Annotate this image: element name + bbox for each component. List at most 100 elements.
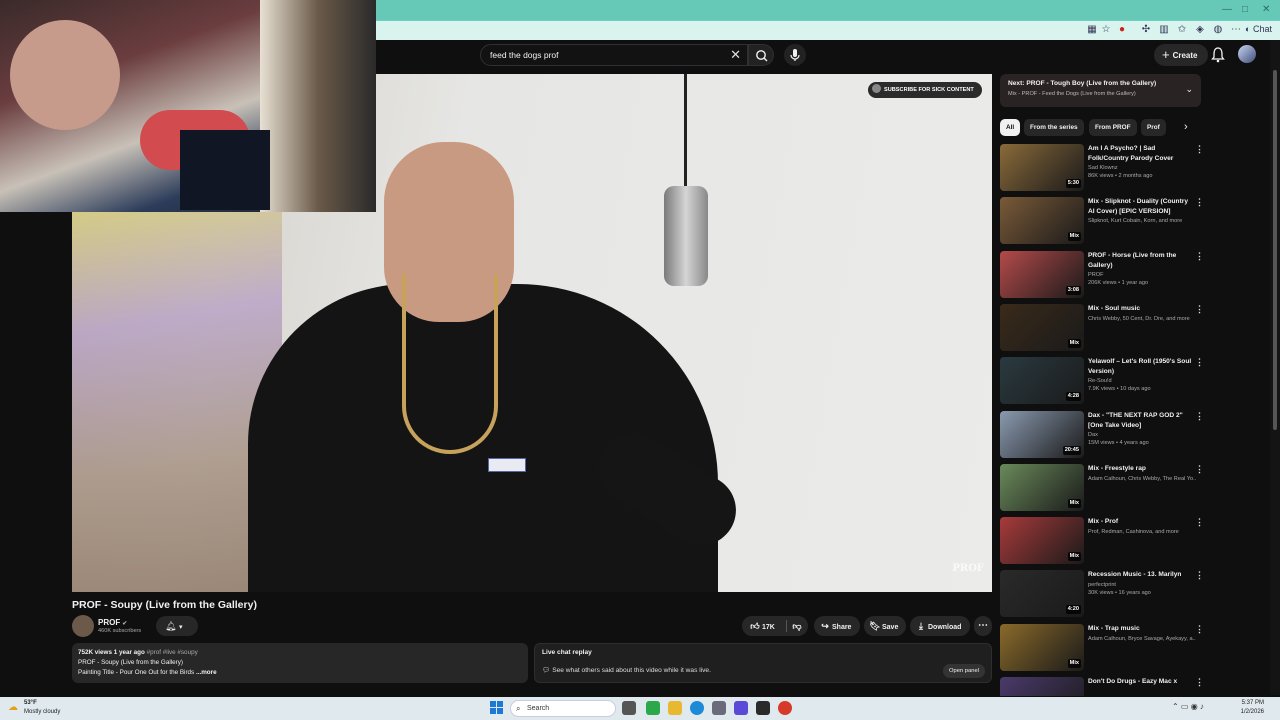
video-thumbnail[interactable]: Mix [1000, 517, 1084, 564]
channel-watermark[interactable]: PROF [952, 563, 984, 574]
open-panel-button[interactable]: Open panel [943, 664, 985, 678]
video-thumbnail[interactable]: 3:08 [1000, 251, 1084, 298]
grid-icon[interactable]: ▦ [1086, 24, 1098, 36]
clock[interactable]: 5:37 PM 1/2/2026 [1228, 699, 1264, 717]
scrollbar-thumb[interactable] [1273, 70, 1277, 430]
more-vertical-icon[interactable]: ⋮ [1195, 411, 1204, 422]
minimize-icon[interactable]: — [1222, 4, 1232, 15]
channel-name[interactable]: Adam Calhoun, Bryce Savage, Ayekayy, a..… [1088, 636, 1196, 642]
app-icon[interactable] [646, 701, 660, 715]
recommendation-item[interactable]: Mix Mix - Soul music Chris Webby, 50 Cent,… [1000, 304, 1205, 352]
show-more-link[interactable]: ...more [196, 669, 217, 676]
search-input[interactable] [481, 45, 721, 65]
file-explorer-icon[interactable] [668, 701, 682, 715]
save-button[interactable]: 🔖︎Save [864, 616, 906, 636]
channel-avatar[interactable] [72, 615, 94, 637]
task-view-icon[interactable] [622, 701, 636, 715]
chevron-right-icon[interactable]: › [1184, 119, 1188, 136]
puzzle-icon[interactable]: ✣ [1140, 24, 1152, 36]
recommendation-item[interactable]: Mix Mix - Prof Prof, Redman, Cashinova, an… [1000, 517, 1205, 565]
edge-icon[interactable] [690, 701, 704, 715]
more-vertical-icon[interactable]: ⋮ [1195, 517, 1204, 528]
subscribed-notification-button[interactable]: 🔔︎ ▾ [156, 616, 198, 636]
more-vertical-icon[interactable]: ⋮ [1195, 304, 1204, 315]
extension-icon[interactable]: ● [1116, 24, 1128, 36]
terminal-icon[interactable] [756, 701, 770, 715]
more-vertical-icon[interactable]: ⋮ [1195, 464, 1204, 475]
more-actions-button[interactable]: ⋯ [974, 616, 992, 636]
video-thumbnail[interactable]: 20:45 [1000, 411, 1084, 458]
dislike-button[interactable]: 👎︎ [790, 616, 804, 638]
taskbar-search[interactable]: ⌕ Search [510, 700, 616, 717]
like-button[interactable]: 👍︎ 17K [748, 621, 775, 631]
discord-icon[interactable] [734, 701, 748, 715]
chip-from-the-series[interactable]: From the series [1024, 119, 1084, 136]
channel-name[interactable]: Prof, Redman, Cashinova, and more [1088, 529, 1196, 535]
search-button[interactable] [748, 44, 774, 66]
account-avatar[interactable] [1238, 45, 1256, 63]
channel-name[interactable]: Re-Sou!d [1088, 378, 1196, 384]
channel-name[interactable]: PROF [1088, 272, 1196, 278]
favorites-icon[interactable]: ✩ [1176, 24, 1188, 36]
chevron-down-icon[interactable]: ⌄ [1185, 84, 1193, 95]
scrollbar[interactable] [1270, 40, 1280, 695]
star-icon[interactable]: ☆ [1100, 24, 1112, 36]
copilot-chat-button[interactable]: ◐ Chat [1245, 24, 1272, 34]
recommendation-item[interactable]: 4:28 Yelawolf – Let's Roll (1950's Soul V… [1000, 357, 1205, 405]
channel-name[interactable]: Sad Klownz [1088, 165, 1196, 171]
menu-dots-icon[interactable]: ⋯ [1230, 24, 1242, 36]
more-vertical-icon[interactable]: ⋮ [1195, 570, 1204, 581]
subscribe-overlay-button[interactable]: SUBSCRIBE FOR SICK CONTENT [868, 82, 982, 98]
more-vertical-icon[interactable]: ⋮ [1195, 251, 1204, 262]
more-vertical-icon[interactable]: ⋮ [1195, 624, 1204, 635]
chip-all[interactable]: All [1000, 119, 1021, 136]
notifications-bell-icon[interactable] [1210, 46, 1226, 64]
camera-icon[interactable] [712, 701, 726, 715]
description-box[interactable]: 752K views 1 year ago #prof #live #soupy… [72, 643, 528, 683]
recommendation-item[interactable]: 20:45 Dax - "THE NEXT RAP GOD 2" [One Tak… [1000, 411, 1205, 459]
channel-name[interactable]: Adam Calhoun, Chris Webby, The Real Yo..… [1088, 476, 1196, 482]
clear-search-icon[interactable]: ✕ [730, 47, 741, 63]
recommendation-item[interactable]: Mix Mix - Freestyle rap Adam Calhoun, Chri… [1000, 464, 1205, 512]
recommendation-item[interactable]: Mix Mix - Slipknot - Duality (Country AI … [1000, 197, 1205, 245]
more-vertical-icon[interactable]: ⋮ [1195, 197, 1204, 208]
hashtags[interactable]: #prof #live #soupy [147, 649, 198, 656]
video-thumbnail[interactable]: 4:28 [1000, 357, 1084, 404]
more-vertical-icon[interactable]: ⋮ [1195, 144, 1204, 155]
channel-name[interactable]: perfectprint [1088, 582, 1196, 588]
chip-from-prof[interactable]: From PROF [1089, 119, 1137, 136]
recommendation-item[interactable]: 5:30 Am I A Psycho? | Sad Folk/Country Pa… [1000, 144, 1205, 192]
system-tray[interactable]: ⌃ ▭ ◉ ♪ [1172, 702, 1204, 711]
more-vertical-icon[interactable]: ⋮ [1195, 357, 1204, 368]
video-thumbnail[interactable]: Mix [1000, 304, 1084, 351]
channel-name[interactable]: Slipknot, Kurt Cobain, Korn, and more [1088, 218, 1196, 224]
recommendation-item[interactable]: 4:20 Recession Music - 13. Marilyn perfect… [1000, 570, 1205, 618]
video-thumbnail[interactable] [1000, 677, 1084, 696]
video-thumbnail[interactable]: Mix [1000, 464, 1084, 511]
maximize-icon[interactable]: □ [1242, 4, 1248, 15]
create-button[interactable]: + Create [1154, 44, 1208, 66]
up-next-banner[interactable]: Next: PROF - Tough Boy (Live from the Ga… [1000, 74, 1201, 107]
recommendation-item[interactable]: Mix Mix - Trap music Adam Calhoun, Bryce S… [1000, 624, 1205, 672]
profile-icon[interactable]: ◍ [1212, 24, 1224, 36]
split-icon[interactable]: ▥ [1158, 24, 1170, 36]
browser-icon[interactable] [778, 701, 792, 715]
recommendation-item[interactable]: Don't Do Drugs - Eazy Mac x ⋮ [1000, 677, 1205, 696]
close-window-icon[interactable]: ✕ [1262, 4, 1270, 15]
channel-name[interactable]: PROF ✔ [98, 618, 127, 627]
more-vertical-icon[interactable]: ⋮ [1195, 677, 1204, 688]
weather-widget[interactable]: ☁ 53°F Mostly cloudy [8, 699, 60, 717]
video-thumbnail[interactable]: Mix [1000, 624, 1084, 671]
video-thumbnail[interactable]: 4:20 [1000, 570, 1084, 617]
voice-search-button[interactable] [784, 44, 806, 66]
video-thumbnail[interactable]: 5:30 [1000, 144, 1084, 191]
chip-prof[interactable]: Prof [1141, 119, 1166, 136]
channel-name[interactable]: Dax [1088, 432, 1196, 438]
start-button[interactable] [490, 701, 504, 715]
share-button[interactable]: ↪ Share [814, 616, 860, 636]
download-button[interactable]: ⤓ Download [910, 616, 970, 636]
recommendation-item[interactable]: 3:08 PROF - Horse (Live from the Gallery)… [1000, 251, 1205, 299]
video-thumbnail[interactable]: Mix [1000, 197, 1084, 244]
shield-icon[interactable]: ◈ [1194, 24, 1206, 36]
channel-name[interactable]: Chris Webby, 50 Cent, Dr. Dre, and more [1088, 316, 1196, 322]
